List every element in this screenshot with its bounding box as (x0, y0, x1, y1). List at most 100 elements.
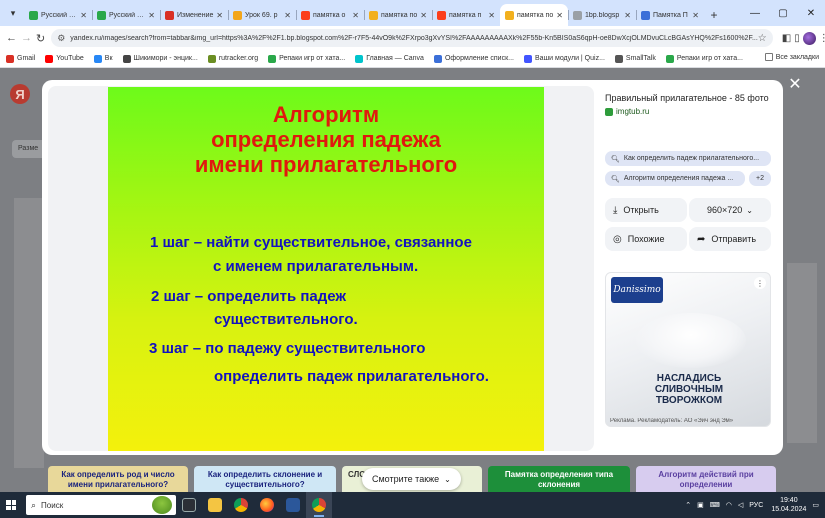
bookmark-item[interactable]: Gmail (6, 54, 35, 63)
bookmark-item[interactable]: YouTube (45, 54, 84, 63)
forward-icon[interactable]: → (21, 29, 32, 47)
close-tab-icon[interactable]: ✕ (692, 11, 699, 20)
image-stage[interactable]: Алгоритм определения падежа имени прилаг… (48, 86, 594, 451)
advertisement[interactable]: Danissimo ⋮ НАСЛАДИСЬ СЛИВОЧНЫМ ТВОРОЖКО… (605, 272, 771, 427)
minimize-icon[interactable]: — (741, 0, 769, 26)
reload-icon[interactable]: ↻ (36, 29, 45, 47)
close-tab-icon[interactable]: ✕ (556, 11, 563, 20)
menu-icon[interactable]: ⋮ (819, 29, 825, 47)
browser-tab[interactable]: 1bp.blogsp ✕ (568, 4, 636, 26)
word-icon[interactable] (280, 492, 306, 518)
browser-tab[interactable]: Памятка П ✕ (636, 4, 704, 26)
sidebar-icon[interactable]: ▯ (794, 29, 800, 47)
bookmark-item[interactable]: Репаки игр от хата... (268, 54, 346, 63)
more-chips-button[interactable]: +2 (749, 171, 771, 186)
related-image-thumbnail[interactable]: Как определить склонение и существительн… (194, 466, 336, 492)
related-image-thumbnail[interactable]: Алгоритм действий при определении (636, 466, 776, 492)
chrome-icon[interactable] (228, 492, 254, 518)
ad-headline-line: СЛИВОЧНЫМ (654, 384, 724, 395)
main-image[interactable]: Алгоритм определения падежа имени прилаг… (108, 87, 544, 451)
tab-title: памятка п (449, 11, 482, 19)
image-title[interactable]: Правильный прилагательное - 85 фото (605, 92, 775, 104)
bookmark-favicon-icon (207, 54, 216, 63)
back-icon[interactable]: ← (6, 29, 17, 47)
profile-avatar[interactable] (802, 29, 816, 47)
browser-tab[interactable]: памятка по ✕ (364, 4, 432, 26)
see-also-button[interactable]: Смотрите также ⌄ (362, 468, 461, 490)
bookmark-item[interactable]: Оформление списк... (433, 54, 514, 63)
close-tab-icon[interactable]: ✕ (352, 11, 359, 20)
language-indicator[interactable]: РУС (749, 502, 763, 509)
tab-favicon-icon (97, 10, 106, 20)
bookmark-item[interactable]: rutracker.org (207, 54, 258, 63)
browser-tab[interactable]: Русский язык✕ (24, 4, 92, 26)
extensions-icon[interactable]: ◧ (782, 29, 791, 47)
share-button[interactable]: ➦ Отправить (689, 227, 771, 251)
url-text[interactable]: yandex.ru/images/search?from=tabbar&img_… (70, 35, 758, 42)
taskbar-search[interactable]: ⌕ Поиск (26, 495, 176, 515)
bookmark-item[interactable]: Главная — Canva (355, 54, 424, 63)
close-tab-icon[interactable]: ✕ (80, 11, 87, 20)
wifi-icon[interactable]: ◠ (726, 501, 732, 509)
close-viewer-icon[interactable]: ✕ (786, 75, 804, 93)
chevron-up-icon[interactable]: ⌃ (685, 501, 691, 509)
tab-favicon-icon (165, 10, 174, 20)
bookmark-label: Ваши модули | Quiz... (534, 55, 605, 62)
source-favicon-icon (605, 107, 613, 116)
task-view-icon[interactable] (176, 492, 202, 518)
file-explorer-icon[interactable] (202, 492, 228, 518)
browser-tab[interactable]: Русский язык✕ (92, 4, 160, 26)
browser-tab[interactable]: памятка о ✕ (296, 4, 364, 26)
browser-tab[interactable]: Урок 69. р ✕ (228, 4, 296, 26)
related-query-chip[interactable]: 🔍︎ Как определить падеж прилагательного.… (605, 151, 771, 166)
new-tab-button[interactable]: + (704, 4, 724, 26)
related-image-thumbnail[interactable]: Памятка определения типа склонения (488, 466, 630, 492)
bookmark-item[interactable]: Вк (93, 54, 113, 63)
ad-options-icon[interactable]: ⋮ (754, 277, 766, 289)
network-icon[interactable]: ⌨ (710, 501, 720, 509)
address-bar[interactable]: ⚙ yandex.ru/images/search?from=tabbar&im… (51, 29, 773, 47)
bookmark-label: Репаки игр от хата... (279, 55, 346, 62)
close-tab-icon[interactable]: ✕ (284, 11, 291, 20)
close-tab-icon[interactable]: ✕ (216, 11, 223, 20)
all-bookmarks-button[interactable]: Все закладки (764, 53, 819, 61)
resolution-dropdown[interactable]: 960×720 ⌄ (689, 198, 771, 222)
close-tab-icon[interactable]: ✕ (148, 11, 155, 20)
close-tab-icon[interactable]: ✕ (624, 11, 631, 20)
ad-headline: НАСЛАДИСЬ СЛИВОЧНЫМ ТВОРОЖКОМ (606, 373, 770, 406)
chrome-active-icon[interactable] (306, 492, 332, 518)
related-image-thumbnail[interactable]: Как определить род и число имени прилага… (48, 466, 188, 492)
notification-icon[interactable]: ▭ (812, 501, 819, 509)
image-source[interactable]: imgtub.ru (605, 107, 775, 116)
bookmark-item[interactable]: SmallTalk (614, 54, 656, 63)
close-tab-icon[interactable]: ✕ (420, 11, 427, 20)
volume-icon[interactable]: ◁ (738, 501, 743, 509)
site-info-icon[interactable]: ⚙ (57, 33, 65, 44)
resolution-label: 960×720 (707, 205, 743, 215)
browser-tab[interactable]: Изменение ✕ (160, 4, 228, 26)
tab-title: Урок 69. р (245, 11, 278, 19)
tab-favicon-icon (505, 10, 514, 20)
related-query-chip[interactable]: 🔍︎ Алгоритм определения падежа ... (605, 171, 745, 186)
tray-app-icon[interactable]: ▣ (697, 501, 704, 509)
start-button[interactable] (0, 492, 22, 518)
open-button[interactable]: ⤓ Открыть (605, 198, 687, 222)
bookmark-item[interactable]: Репаки игр от хата... (665, 54, 743, 63)
bookmark-star-icon[interactable]: ☆ (758, 33, 767, 44)
clock-time: 19:40 (780, 497, 798, 504)
tab-strip: ▾ Русский язык✕Русский язык✕Изменение✕Ур… (0, 0, 825, 26)
tab-search-icon[interactable]: ▾ (4, 4, 22, 22)
tab-favicon-icon (301, 10, 310, 20)
browser-tab[interactable]: памятка п ✕ (432, 4, 500, 26)
clock[interactable]: 19:40 15.04.2024 (771, 496, 806, 514)
browser-tab[interactable]: памятка по ✕ (500, 4, 568, 26)
close-tab-icon[interactable]: ✕ (488, 11, 495, 20)
similar-button[interactable]: ◎ Похожие (605, 227, 687, 251)
maximize-icon[interactable]: ▢ (769, 0, 797, 26)
firefox-icon[interactable] (254, 492, 280, 518)
yandex-logo[interactable]: Я (10, 84, 30, 104)
bookmark-item[interactable]: Шикимори - энцик... (122, 54, 198, 63)
bookmark-item[interactable]: Ваши модули | Quiz... (523, 54, 605, 63)
search-highlight-icon (152, 496, 172, 514)
close-window-icon[interactable]: ✕ (797, 0, 825, 26)
